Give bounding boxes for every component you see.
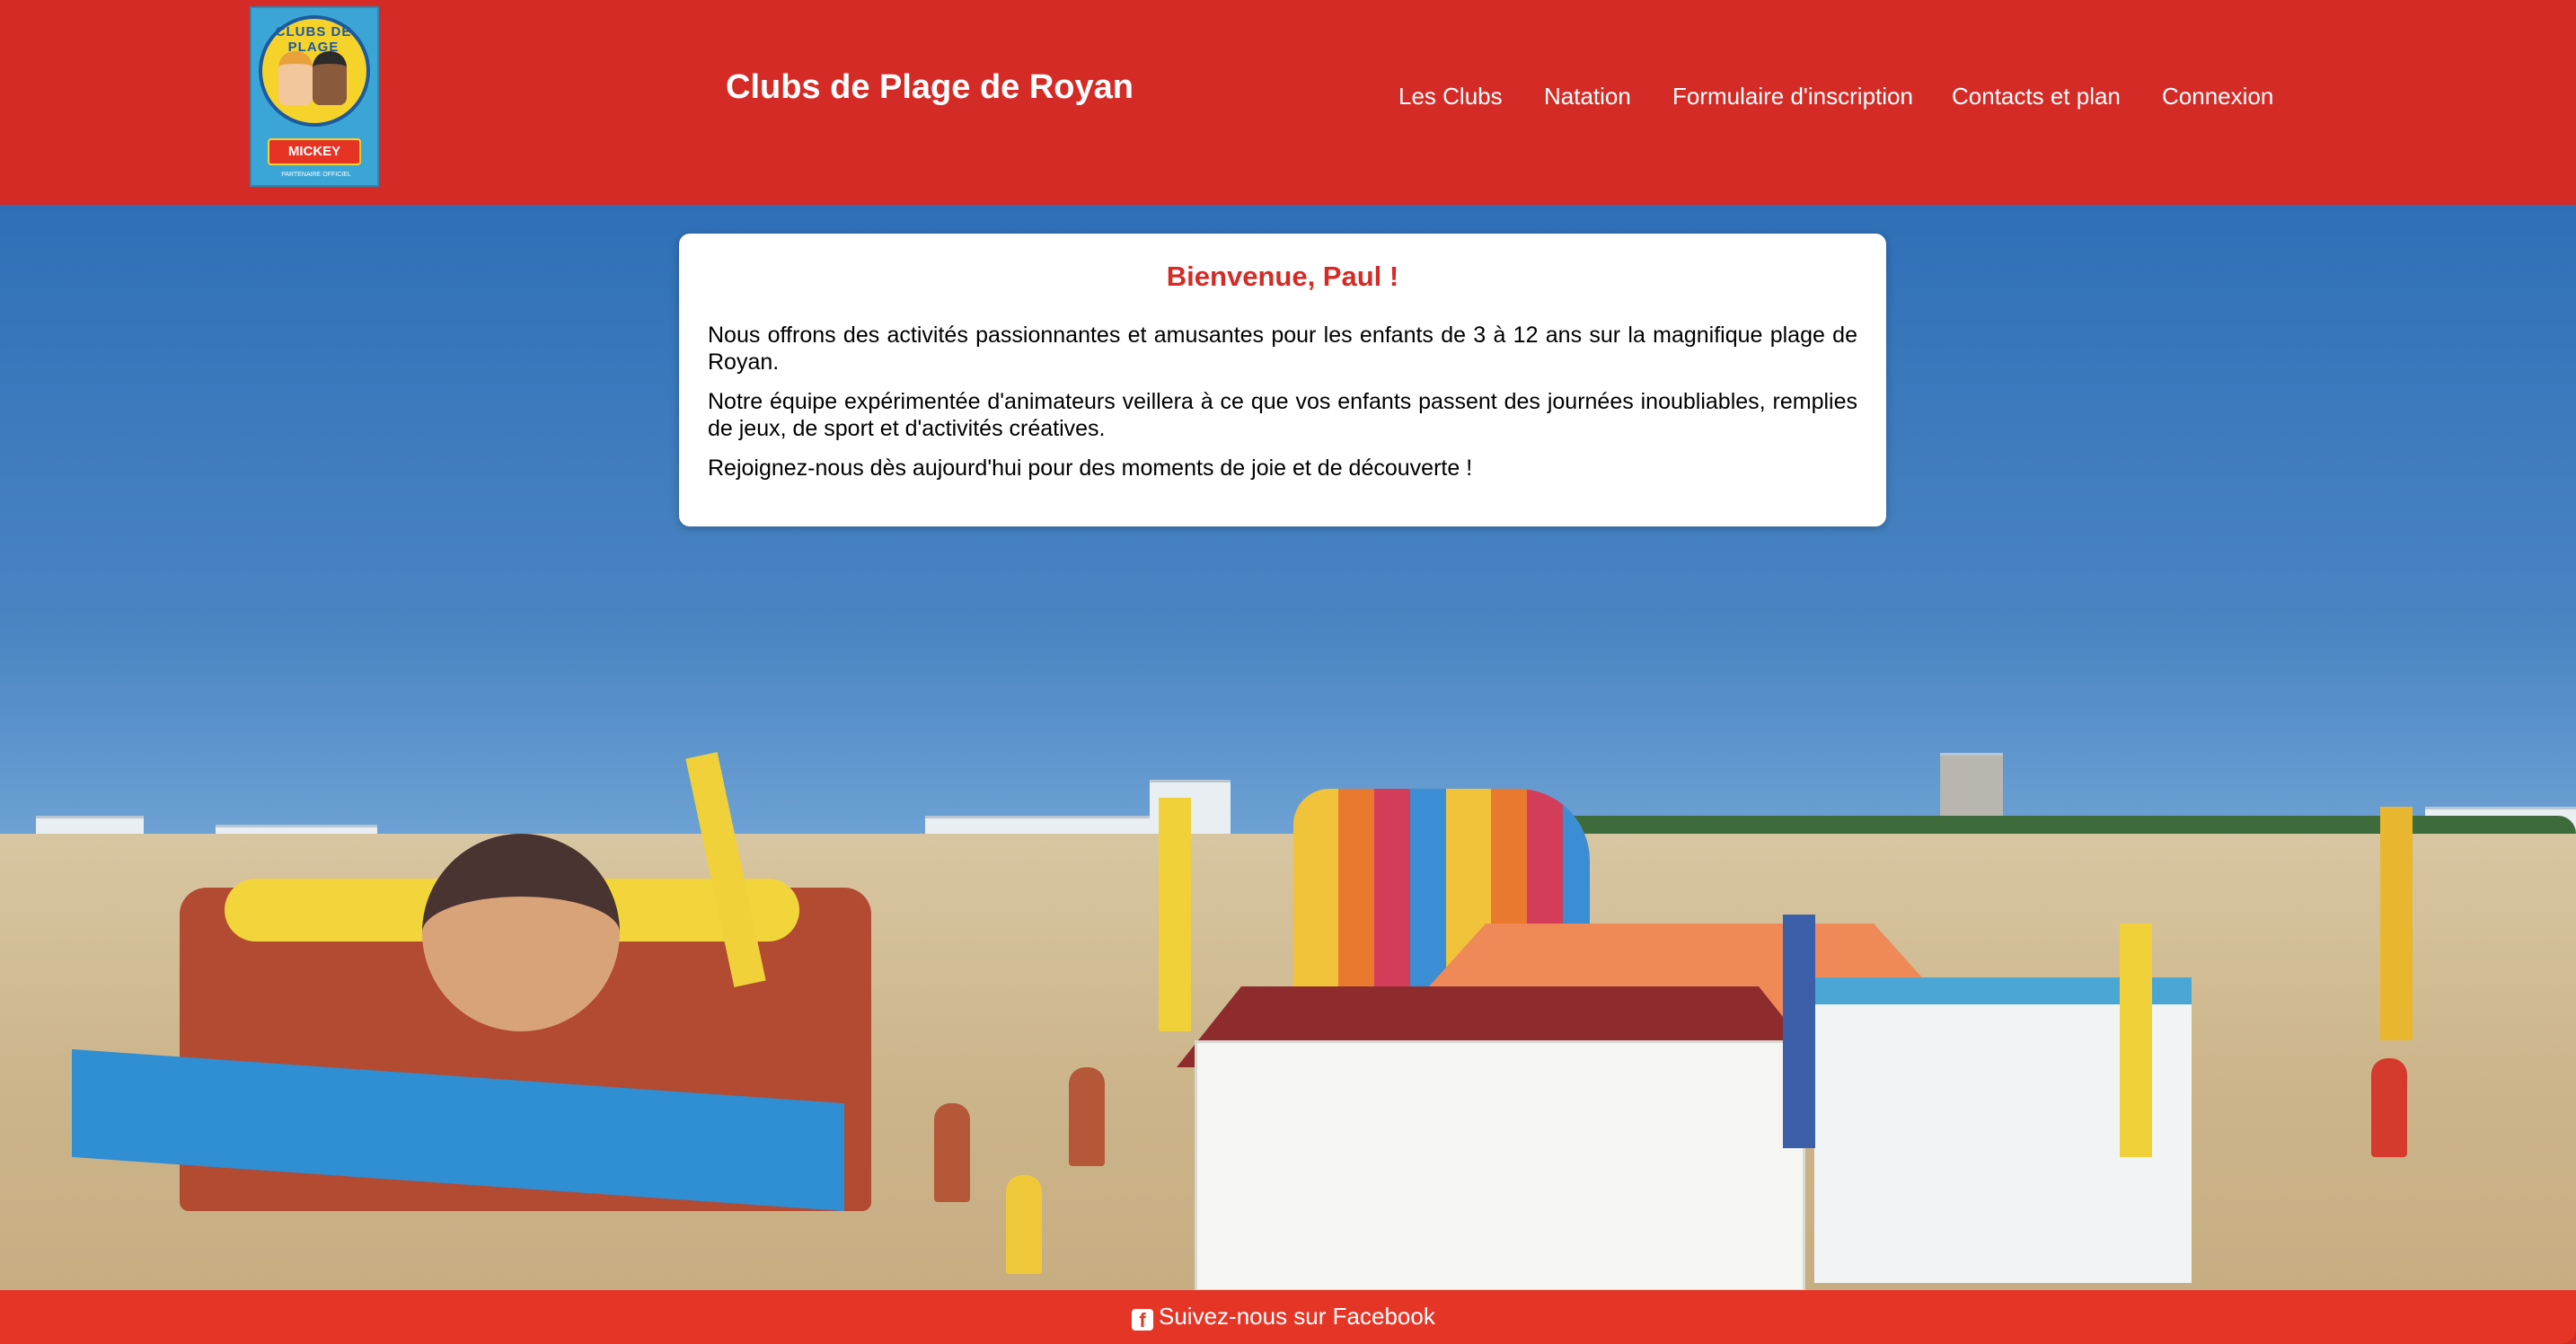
logo-foot-text: PARTENAIRE OFFICIEL bbox=[281, 172, 351, 178]
logo-arc-text: CLUBS DE PLAGE bbox=[275, 24, 352, 55]
yellow-flag bbox=[2380, 807, 2413, 1040]
logo-kid-right bbox=[313, 51, 347, 105]
nav-connexion[interactable]: Connexion bbox=[2162, 83, 2273, 113]
site-header: CLUBS DE PLAGE MICKEY PARTENAIRE OFFICIE… bbox=[0, 0, 2576, 205]
logo-mickey-brand: MICKEY bbox=[268, 138, 361, 165]
welcome-paragraph: Rejoignez-nous dès aujourd'hui pour des … bbox=[708, 455, 1473, 481]
nav-formulaire-inscription[interactable]: Formulaire d'inscription bbox=[1672, 83, 1913, 113]
site-footer: f Suivez-nous sur Facebook bbox=[0, 1290, 2576, 1344]
yellow-flag bbox=[2120, 924, 2152, 1157]
person bbox=[2371, 1058, 2407, 1157]
logo-kid-left bbox=[278, 51, 313, 105]
blue-flag bbox=[1783, 915, 1815, 1148]
welcome-paragraph: Nous offrons des activités passionnantes… bbox=[708, 323, 1857, 375]
site-title[interactable]: Clubs de Plage de Royan bbox=[726, 68, 1134, 107]
nav-les-clubs[interactable]: Les Clubs bbox=[1398, 83, 1503, 113]
facebook-link-label: Suivez-nous sur Facebook bbox=[1159, 1303, 1435, 1330]
facebook-square-icon: f bbox=[1132, 1309, 1153, 1331]
yellow-flag bbox=[1159, 798, 1191, 1031]
person bbox=[1006, 1175, 1042, 1274]
person bbox=[1069, 1067, 1105, 1166]
welcome-card: Bienvenue, Paul ! Nous offrons des activ… bbox=[679, 234, 1886, 526]
nav-natation[interactable]: Natation bbox=[1544, 83, 1631, 113]
clubs-de-plage-logo[interactable]: CLUBS DE PLAGE MICKEY PARTENAIRE OFFICIE… bbox=[250, 6, 379, 187]
nav-contacts-plan[interactable]: Contacts et plan bbox=[1952, 83, 2121, 113]
person bbox=[934, 1103, 970, 1202]
welcome-title: Bienvenue, Paul ! bbox=[1166, 261, 1399, 292]
pirate-figure bbox=[422, 834, 620, 1031]
facebook-link[interactable]: f Suivez-nous sur Facebook bbox=[1132, 1303, 1435, 1331]
welcome-paragraph: Notre équipe expérimentée d'animateurs v… bbox=[708, 389, 1857, 441]
club-hut bbox=[1195, 1040, 1805, 1290]
